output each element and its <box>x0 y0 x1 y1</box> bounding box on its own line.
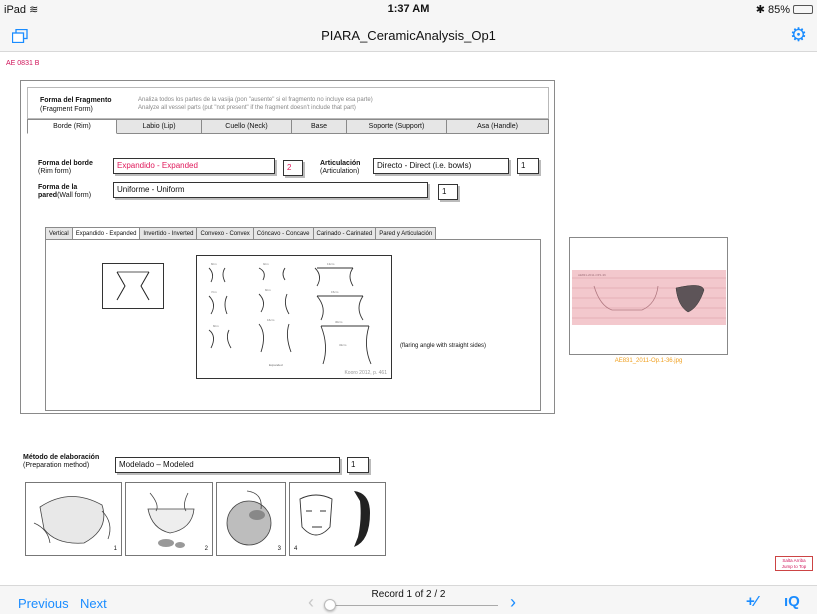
figure-number-2: 2 <box>204 546 208 552</box>
preparation-method-label: Método de elaboración (Preparation method… <box>23 454 100 469</box>
preparation-method-code-field[interactable]: 1 <box>347 457 369 473</box>
svg-text:7cm: 7cm <box>211 290 217 294</box>
chevron-left-icon[interactable]: ‹ <box>308 593 314 611</box>
layout-title: PIARA_CeramicAnalysis_Op1 <box>321 28 496 43</box>
sherd-photo: AE831-2011-OP1-36 <box>572 270 726 325</box>
record-id: AE 0831 B <box>6 60 40 67</box>
tab-support[interactable]: Soporte (Support) <box>347 119 447 134</box>
svg-text:8cm: 8cm <box>211 262 217 266</box>
expanded-rim-reference-figure: 8cm 9cm 13cm 7cm 8cm 15cm 8cm 16cm 30cm 32cm E… <box>196 255 392 379</box>
svg-text:32cm: 32cm <box>339 343 347 347</box>
bottom-toolbar: Previous Next Record 1 of 2 / 2 ‹ › +⁄ ı… <box>0 585 817 614</box>
svg-text:8cm: 8cm <box>213 324 219 328</box>
fragment-form-header: Forma del Fragmento (Fragment Form) Anali… <box>27 87 549 119</box>
articulation-code-field[interactable]: 1 <box>517 158 539 174</box>
flaring-angle-note: (flaring angle with straight sides) <box>400 343 487 349</box>
jump-to-top-button[interactable]: Salta Arriba Jump to Top <box>775 556 813 571</box>
fragment-form-label: Forma del Fragmento (Fragment Form) <box>40 97 112 113</box>
sherd-photo-frame[interactable]: AE831-2011-OP1-36 <box>569 237 728 355</box>
rim-type-panel: 8cm 9cm 13cm 7cm 8cm 15cm 8cm 16cm 30cm 32cm E… <box>45 239 541 411</box>
figure-number-3: 3 <box>277 546 281 552</box>
photo-filename: AE831_2011-Op.1-36.jpg <box>614 358 683 364</box>
svg-text:15cm: 15cm <box>331 290 339 294</box>
method-illustration-molding: 2 <box>125 482 213 556</box>
battery-percent: 85% <box>767 3 790 16</box>
fragment-form-help: Analiza todos los partes de la vasija (p… <box>138 97 373 111</box>
wall-form-field[interactable]: Uniforme - Uniform <box>113 182 428 198</box>
svg-text:Expanded: Expanded <box>269 363 283 367</box>
tab-handle[interactable]: Asa (Handle) <box>447 119 549 134</box>
record-counter: Record 1 of 2 / 2 <box>371 589 446 600</box>
svg-text:13cm: 13cm <box>327 262 335 266</box>
tab-lip[interactable]: Labio (Lip) <box>117 119 202 134</box>
rim-form-code-field[interactable]: 2 <box>283 160 303 176</box>
vessel-part-tabs: Borde (Rim) Labio (Lip) Cuello (Neck) Ba… <box>27 119 549 134</box>
find-sort-icon[interactable]: ıQ <box>784 594 800 609</box>
tab-rim[interactable]: Borde (Rim) <box>27 119 117 134</box>
method-illustration-mold-mask: 4 <box>289 482 386 556</box>
svg-text:8cm: 8cm <box>265 288 271 292</box>
figure-number-4: 4 <box>294 546 298 552</box>
new-record-icon[interactable]: +⁄ <box>746 594 757 609</box>
record-slider-handle[interactable] <box>324 599 336 611</box>
tab-base[interactable]: Base <box>292 119 347 134</box>
articulation-label: Articulación (Articulation) <box>320 160 361 175</box>
reference-caption: Kooro 2012, p. 461 <box>344 370 387 376</box>
svg-text:AE831-2011-OP1-36: AE831-2011-OP1-36 <box>578 273 606 277</box>
tab-neck[interactable]: Cuello (Neck) <box>202 119 292 134</box>
battery-icon <box>793 5 813 14</box>
chevron-right-icon[interactable]: › <box>510 593 516 611</box>
status-bar: iPad ≋ 1:37 AM ✱ 85% <box>0 0 817 18</box>
bluetooth-icon: ✱ <box>755 4 765 16</box>
svg-text:9cm: 9cm <box>263 262 269 266</box>
fragment-form-panel: Forma del Fragmento (Fragment Form) Anali… <box>20 80 555 414</box>
record-slider[interactable] <box>328 605 498 606</box>
preparation-method-field[interactable]: Modelado – Modeled <box>115 457 340 473</box>
wall-form-code-field[interactable]: 1 <box>438 184 458 200</box>
navigation-bar: PIARA_CeramicAnalysis_Op1 ⚙ <box>0 18 817 52</box>
rim-form-field[interactable]: Expandido - Expanded <box>113 158 275 174</box>
wall-form-label: Forma de la pared(Wall form) <box>38 184 92 199</box>
svg-text:30cm: 30cm <box>335 320 343 324</box>
gear-icon[interactable]: ⚙ <box>790 26 807 45</box>
clock: 1:37 AM <box>387 3 430 15</box>
figure-number-1: 1 <box>113 546 117 552</box>
svg-text:16cm: 16cm <box>267 318 275 322</box>
articulation-field[interactable]: Directo - Direct (i.e. bowls) <box>373 158 509 174</box>
battery-status: ✱ 85% <box>756 3 813 16</box>
method-illustration-coiling: 3 <box>216 482 286 556</box>
expanded-rim-thumbnail <box>102 263 164 309</box>
rim-form-label: Forma del borde (Rim form) <box>38 160 93 175</box>
method-illustration-pinching: 1 <box>25 482 122 556</box>
